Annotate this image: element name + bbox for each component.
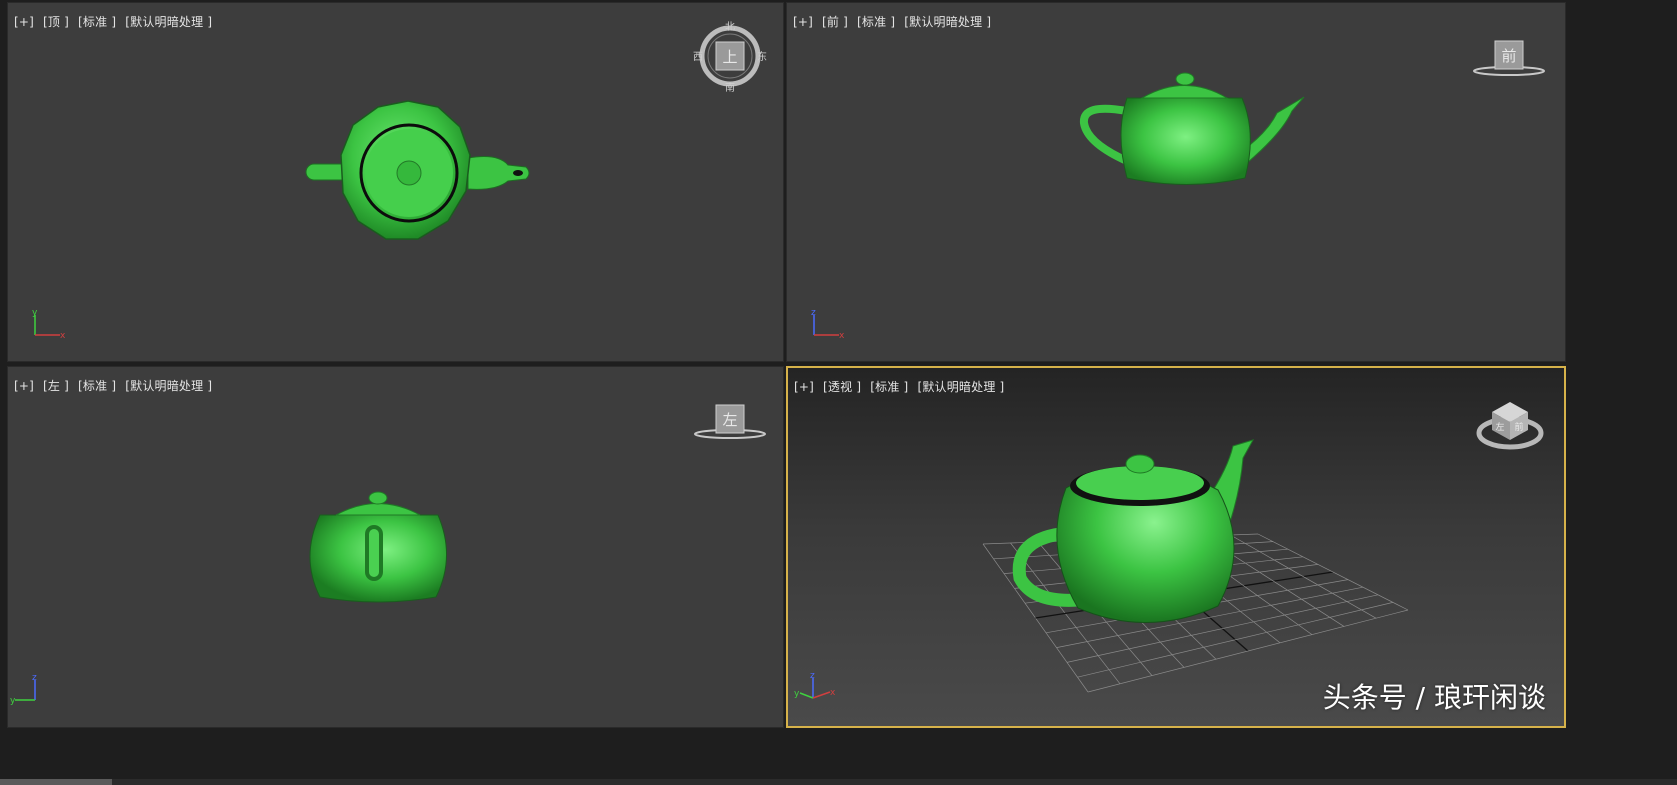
compass-south: 南 [725, 81, 735, 94]
top-view-canvas: 上 北 南 东 西 y x [32, 21, 767, 341]
spout-hole [513, 170, 523, 176]
svg-text:z: z [811, 308, 816, 318]
teapot-top[interactable] [305, 100, 530, 240]
viewport-perspective[interactable]: 左 前 z y x [+] [透视 ] [标准 ] [默认明暗处理 ] 头条号 … [786, 366, 1566, 728]
viewport-view-menu[interactable]: [前 ] [822, 15, 848, 29]
teapot-body [1120, 97, 1251, 185]
viewport-view-menu[interactable]: [顶 ] [43, 15, 69, 29]
viewport-plus-menu[interactable]: [+] [14, 15, 34, 29]
grid-line [1257, 533, 1409, 611]
compass-east: 东 [757, 50, 767, 63]
perspective-view-canvas: 左 前 z y x [794, 402, 1544, 699]
viewport-front[interactable]: 前 z x [+] [前 ] [标准 ] [默认明暗处理 ] [786, 2, 1566, 362]
teapot-left[interactable] [309, 491, 447, 603]
svg-text:x: x [60, 331, 66, 341]
viewport-view-menu[interactable]: [透视 ] [823, 380, 861, 394]
axis-tripod: z x [811, 308, 845, 341]
teapot-perspective[interactable] [1012, 439, 1255, 623]
view-cube-left[interactable]: 左 [694, 404, 766, 439]
viewport-camera-menu[interactable]: [标准 ] [78, 15, 116, 29]
svg-text:x: x [830, 688, 836, 698]
compass-west: 西 [693, 52, 703, 63]
viewport-camera-menu[interactable]: [标准 ] [857, 15, 895, 29]
viewport-camera-menu[interactable]: [标准 ] [78, 379, 116, 393]
axis-tripod: z y [10, 673, 37, 706]
lid-knob [368, 491, 388, 505]
view-cube-front[interactable]: 前 [1473, 40, 1545, 76]
axis-tripod: y x [32, 308, 66, 341]
viewport-shading-menu[interactable]: [默认明暗处理 ] [904, 15, 991, 29]
bottom-status-strip [0, 779, 1677, 785]
svg-text:y: y [794, 689, 800, 699]
viewport-plus-menu[interactable]: [+] [793, 15, 813, 29]
svg-text:z: z [810, 671, 815, 681]
viewport-shading-menu[interactable]: [默认明暗处理 ] [917, 380, 1004, 394]
left-view-canvas: 左 z y [10, 404, 766, 706]
view-cube-perspective[interactable]: 左 前 [1476, 402, 1544, 450]
cube-face-label: 左 [722, 411, 737, 429]
teapot-spout [1241, 96, 1305, 164]
cube-face-label: 上 [722, 48, 737, 66]
compass-north: 北 [725, 21, 735, 33]
svg-text:z: z [32, 673, 37, 683]
axis-tripod: z y x [794, 671, 836, 699]
svg-text:y: y [10, 696, 16, 706]
viewport-left[interactable]: 左 z y [+] [左 ] [标准 ] [默认明暗处理 ] [7, 366, 784, 728]
svg-text:x: x [839, 331, 845, 341]
cube-face-left-label: 左 [1495, 421, 1504, 433]
lid-knob [396, 160, 422, 186]
viewport-plus-menu[interactable]: [+] [794, 380, 814, 394]
viewport-label-front: [+] [前 ] [标准 ] [默认明暗处理 ] [793, 13, 996, 30]
viewport-shading-menu[interactable]: [默认明暗处理 ] [125, 15, 212, 29]
viewport-label-perspective: [+] [透视 ] [标准 ] [默认明暗处理 ] [794, 378, 1009, 395]
teapot-lid [1140, 85, 1229, 99]
front-view-canvas: 前 z x [811, 40, 1545, 341]
viewport-shading-menu[interactable]: [默认明暗处理 ] [125, 379, 212, 393]
view-compass[interactable]: 上 北 南 东 西 [693, 21, 767, 94]
cube-face-front-label: 前 [1514, 421, 1523, 433]
watermark-text: 头条号 / 琅玕闲谈 [1322, 681, 1546, 714]
viewport-label-top: [+] [顶 ] [标准 ] [默认明暗处理 ] [14, 13, 217, 30]
viewport-top[interactable]: 上 北 南 东 西 y x [+] [顶 ] [标准 ] [默认明暗处理 ] [7, 2, 784, 362]
lid-knob [1125, 454, 1155, 474]
cube-face-label: 前 [1501, 47, 1516, 65]
svg-text:y: y [32, 308, 38, 318]
viewport-plus-menu[interactable]: [+] [14, 379, 34, 393]
viewport-camera-menu[interactable]: [标准 ] [870, 380, 908, 394]
bottom-tab[interactable] [0, 779, 112, 785]
lid-knob [1175, 72, 1195, 86]
viewport-view-menu[interactable]: [左 ] [43, 379, 69, 393]
viewport-label-left: [+] [左 ] [标准 ] [默认明暗处理 ] [14, 377, 217, 394]
grid-line [1230, 534, 1377, 619]
teapot-lid [335, 503, 421, 516]
teapot-front[interactable] [1080, 72, 1305, 185]
